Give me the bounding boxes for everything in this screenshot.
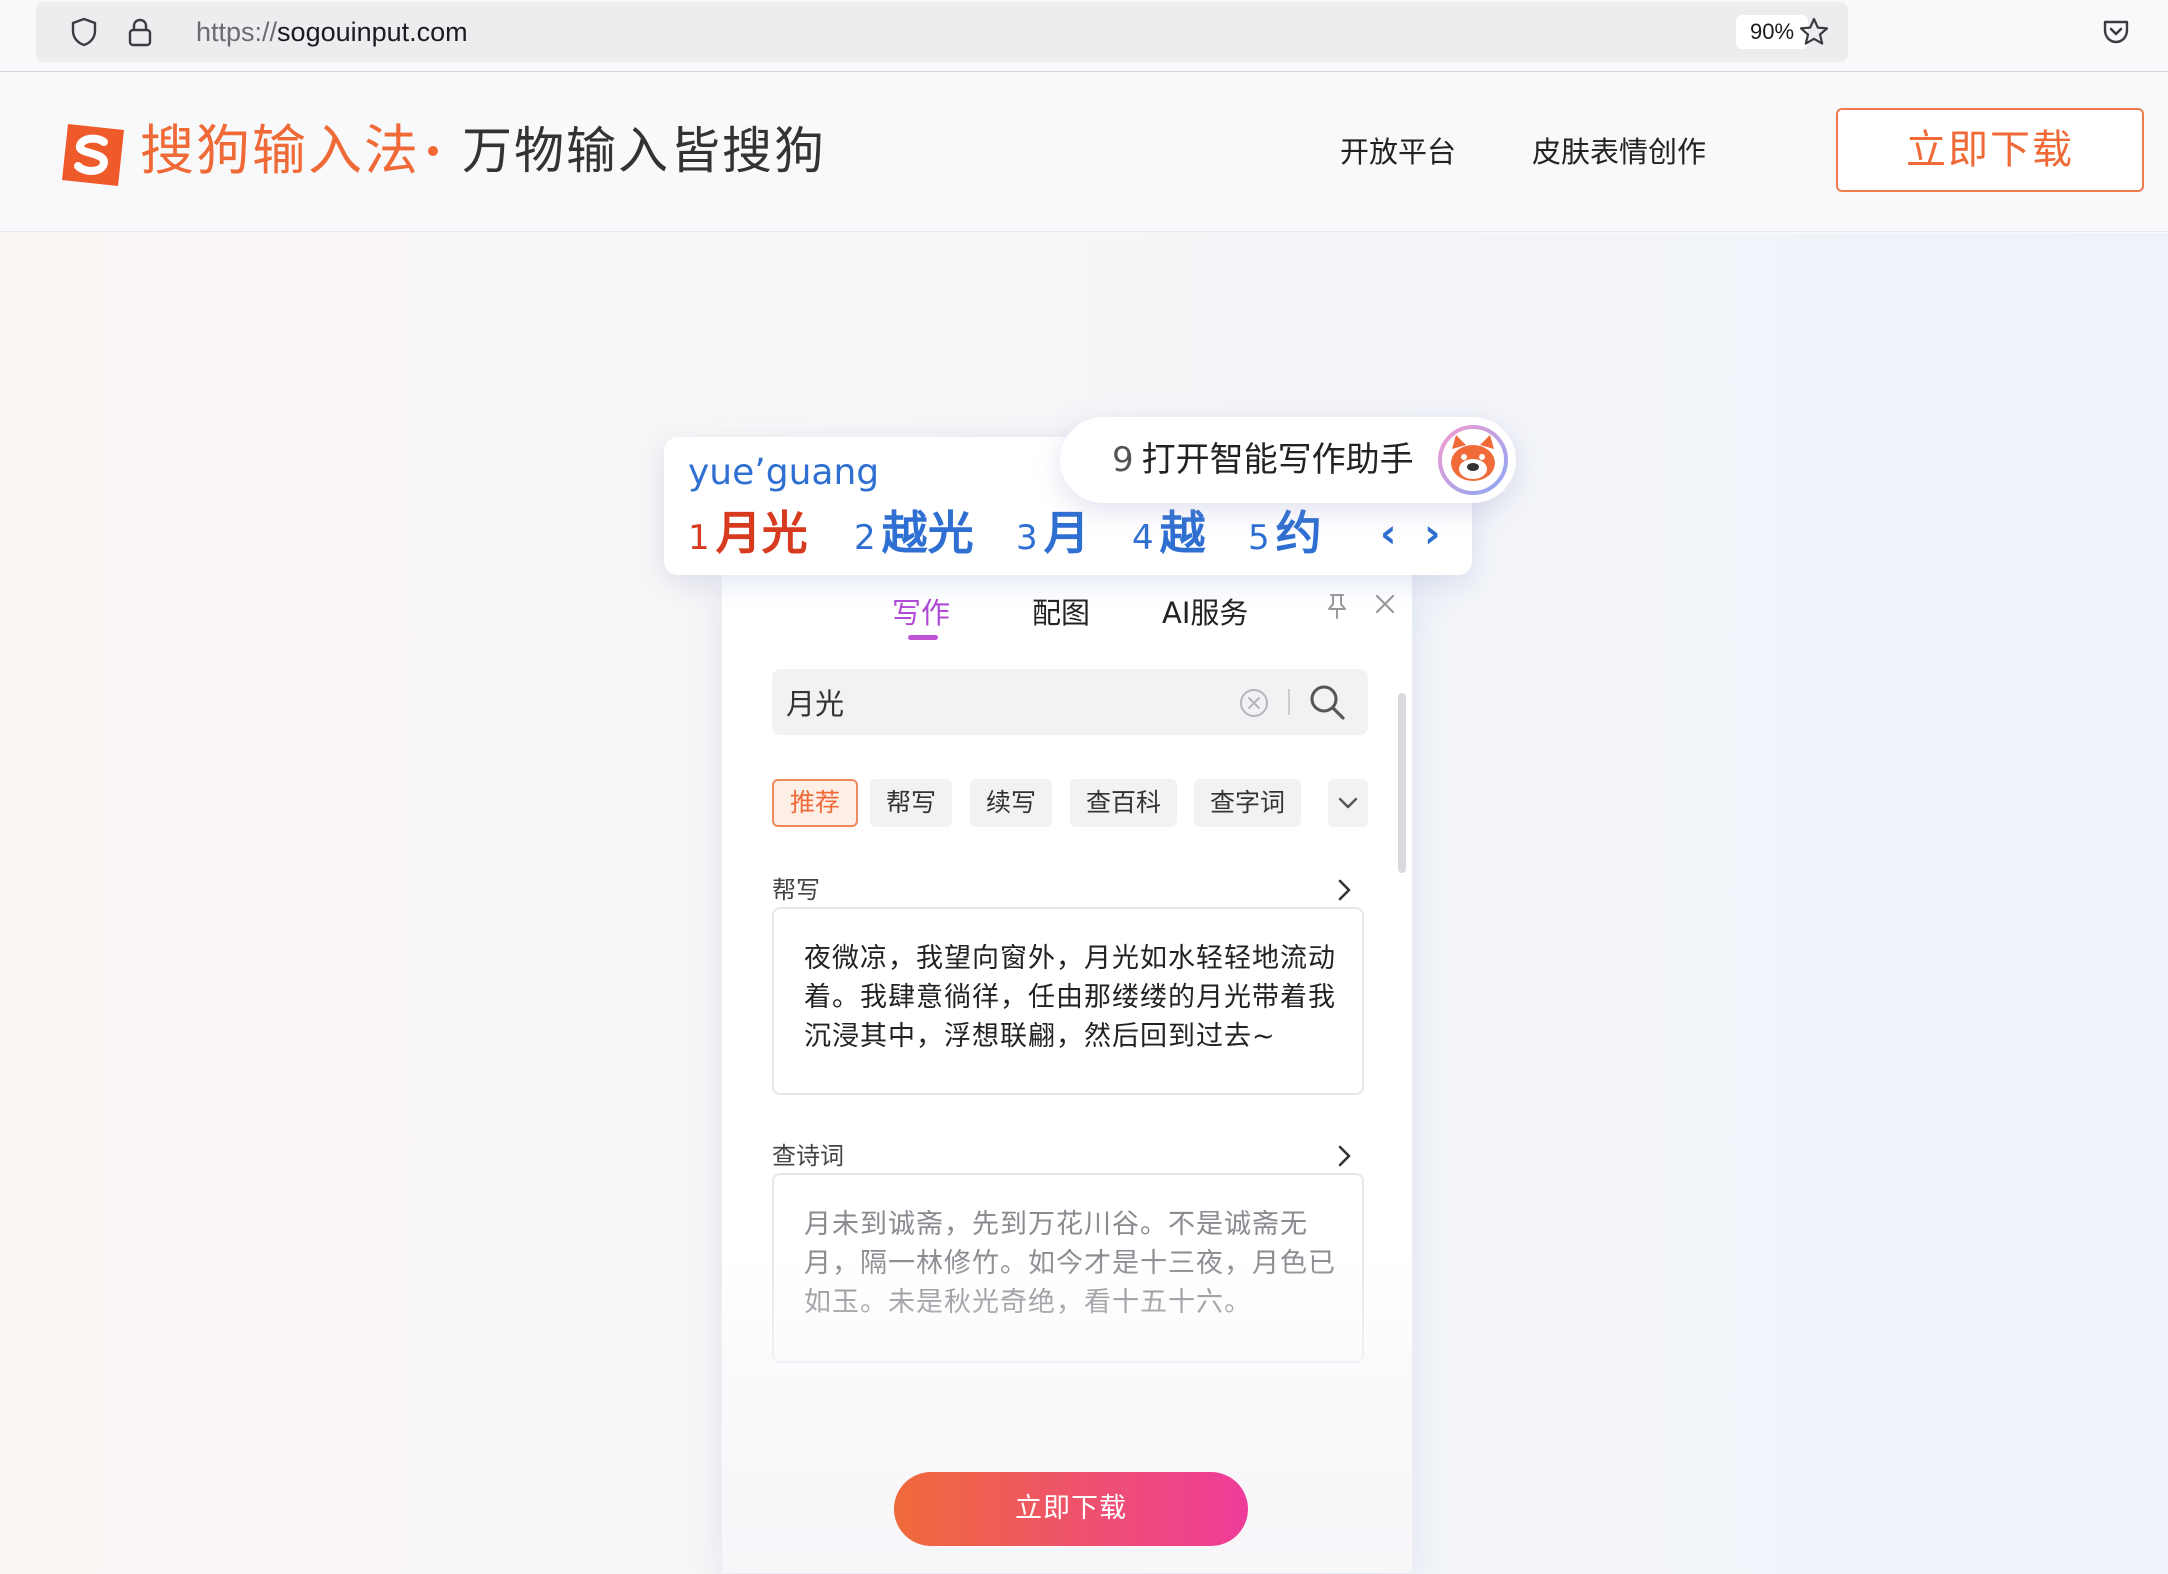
url-text[interactable]: https://sogouinput.com — [196, 16, 468, 48]
candidate-number: 2 — [854, 518, 876, 558]
site-header: 搜狗输入法 万物输入皆搜狗 开放平台 皮肤表情创作 立即下载 — [0, 72, 2168, 232]
chip-continue-write[interactable]: 续写 — [970, 779, 1053, 827]
brand-name[interactable]: 搜狗输入法 — [140, 116, 420, 186]
prev-page-arrow[interactable]: ‹ — [1380, 509, 1396, 559]
result-card-poetry[interactable]: 月未到诚斋，先到万花川谷。不是诚斋无月，隔一林修竹。如今才是十三夜，月色已如玉。… — [772, 1173, 1364, 1363]
browser-toolbar: https://sogouinput.com 90% — [0, 0, 2168, 72]
chip-encyclopedia[interactable]: 查百科 — [1070, 779, 1178, 827]
candidate-number: 1 — [688, 518, 710, 558]
chevron-down-icon — [1338, 797, 1358, 809]
candidate-word: 月光 — [715, 506, 808, 560]
chevron-right-icon[interactable] — [1332, 873, 1358, 907]
chips-expand-button[interactable] — [1328, 779, 1368, 827]
candidate-number: 3 — [1016, 518, 1038, 558]
url-scheme: https:// — [196, 17, 278, 47]
chevron-right-icon[interactable] — [1332, 1139, 1358, 1173]
result-card-help-write[interactable]: 夜微凉，我望向窗外，月光如水轻轻地流动着。我肆意徜徉，任由那缕缕的月光带着我沉浸… — [772, 907, 1364, 1095]
header-download-button[interactable]: 立即下载 — [1836, 108, 2144, 192]
candidate-word: 约 — [1275, 506, 1322, 560]
hero-section: 写作 配图 AI服务 推荐 帮写 续写 查百科 查字词 — [0, 233, 2168, 1574]
sogou-logo-icon[interactable] — [58, 120, 128, 190]
candidate-4[interactable]: 4越 — [1132, 505, 1206, 572]
panel-scrollbar[interactable] — [1398, 693, 1406, 873]
clear-input-icon[interactable] — [1238, 687, 1270, 719]
writing-assistant-panel: 写作 配图 AI服务 推荐 帮写 续写 查百科 查字词 — [722, 573, 1412, 1573]
candidate-word: 越光 — [881, 506, 974, 560]
dog-mascot-icon — [1438, 425, 1508, 495]
result-text: 夜微凉，我望向窗外，月光如水轻轻地流动着。我肆意徜徉，任由那缕缕的月光带着我沉浸… — [804, 943, 1336, 1052]
chip-help-write[interactable]: 帮写 — [870, 779, 953, 827]
pocket-icon[interactable] — [2100, 16, 2132, 48]
search-icon[interactable] — [1306, 681, 1348, 723]
assistant-label: 9 打开智能写作助手 — [1112, 437, 1414, 483]
cta-download-button[interactable]: 立即下载 — [894, 1472, 1248, 1546]
brand-separator-dot — [428, 146, 438, 156]
assistant-number: 9 — [1112, 440, 1134, 480]
candidate-number: 5 — [1248, 518, 1270, 558]
chip-dictionary[interactable]: 查字词 — [1194, 779, 1302, 827]
tab-images[interactable]: 配图 — [1032, 593, 1090, 633]
bookmark-star-icon[interactable] — [1798, 16, 1830, 48]
section-title-poetry: 查诗词 — [772, 1142, 844, 1170]
assistant-text: 打开智能写作助手 — [1141, 440, 1414, 480]
url-host: sogouinput.com — [277, 17, 468, 47]
address-bar[interactable]: https://sogouinput.com 90% — [36, 2, 1848, 62]
candidate-word: 越 — [1159, 506, 1206, 560]
candidate-word: 月 — [1043, 506, 1090, 560]
pin-icon[interactable] — [1322, 591, 1352, 621]
chip-recommend[interactable]: 推荐 — [772, 779, 859, 827]
section-title-help-write: 帮写 — [772, 876, 820, 904]
nav-open-platform[interactable]: 开放平台 — [1340, 132, 1456, 172]
next-page-arrow[interactable]: › — [1424, 509, 1440, 559]
tab-ai-services[interactable]: AI服务 — [1162, 593, 1248, 633]
brand-slogan: 万物输入皆搜狗 — [462, 122, 826, 180]
tab-writing[interactable]: 写作 — [892, 593, 950, 633]
writing-assistant-button[interactable]: 9 打开智能写作助手 — [1060, 417, 1516, 503]
candidate-3[interactable]: 3月 — [1016, 505, 1090, 572]
search-divider — [1288, 689, 1290, 715]
active-tab-indicator — [908, 635, 938, 640]
candidate-1[interactable]: 1 月光 — [688, 505, 808, 572]
candidate-5[interactable]: 5约 — [1248, 505, 1322, 572]
result-text: 月未到诚斋，先到万花川谷。不是诚斋无月，隔一林修竹。如今才是十三夜，月色已如玉。… — [804, 1209, 1336, 1318]
candidate-number: 4 — [1132, 518, 1154, 558]
search-box — [772, 669, 1368, 735]
close-icon[interactable] — [1372, 591, 1398, 617]
nav-skin-creation[interactable]: 皮肤表情创作 — [1532, 132, 1706, 172]
candidate-2[interactable]: 2 越光 — [854, 505, 974, 572]
pinyin-input: yue’guang — [688, 452, 880, 493]
shield-icon[interactable] — [68, 16, 100, 48]
search-input[interactable] — [786, 679, 1226, 725]
lock-icon[interactable] — [124, 16, 156, 48]
